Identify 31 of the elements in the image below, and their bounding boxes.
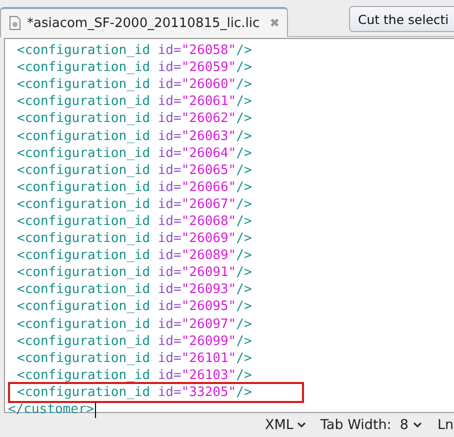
cursor-position: Ln	[438, 417, 454, 433]
code-line: <configuration_id id="26065"/>	[16, 162, 253, 179]
code-line: </customer>	[8, 401, 94, 418]
code-line: <configuration_id id="26091"/>	[16, 264, 253, 282]
code-line: <configuration_id id="26099"/>	[16, 332, 253, 350]
code-line: <configuration_id id="26060"/>	[16, 76, 253, 94]
code-line: <configuration_id id="26064"/>	[16, 144, 253, 162]
chevron-icon	[297, 422, 306, 428]
cut-button[interactable]: Cut the selecti	[349, 6, 454, 32]
code-line: <configuration_id id="26058"/>	[16, 42, 253, 60]
code-line: <configuration_id id="26063"/>	[16, 128, 253, 145]
tab-title: *asiacom_SF-2000_20110815_lic.lic	[27, 16, 260, 30]
code-line: <configuration_id id="26062"/>	[16, 110, 253, 128]
chevron-icon	[412, 422, 422, 428]
code-line: <configuration_id id="26068"/>	[16, 212, 253, 230]
code-line: <configuration_id id="26066"/>	[16, 178, 253, 196]
code-line: <configuration_id id="26093"/>	[16, 281, 253, 298]
code-line: <configuration_id id="26061"/>	[16, 93, 253, 110]
language-selector[interactable]: XML	[265, 417, 306, 433]
code-line: <configuration_id id="33205"/>	[10, 384, 302, 401]
tab-width-selector[interactable]: Tab Width: 8	[320, 417, 422, 433]
code-line: <configuration_id id="26089"/>	[16, 247, 253, 264]
code-line: <configuration_id id="26101"/>	[16, 350, 253, 367]
code-line: <configuration_id id="26059"/>	[16, 59, 253, 76]
code-line: <configuration_id id="26103"/>	[16, 366, 253, 384]
editor-tab[interactable]: *asiacom_SF-2000_20110815_lic.lic ✖	[0, 7, 288, 37]
code-line: <configuration_id id="26097"/>	[16, 316, 253, 333]
document-icon	[9, 16, 21, 30]
code-line: <configuration_id id="26095"/>	[16, 298, 253, 316]
code-line: <configuration_id id="26067"/>	[16, 196, 253, 213]
code-line: <configuration_id id="26069"/>	[16, 230, 253, 248]
